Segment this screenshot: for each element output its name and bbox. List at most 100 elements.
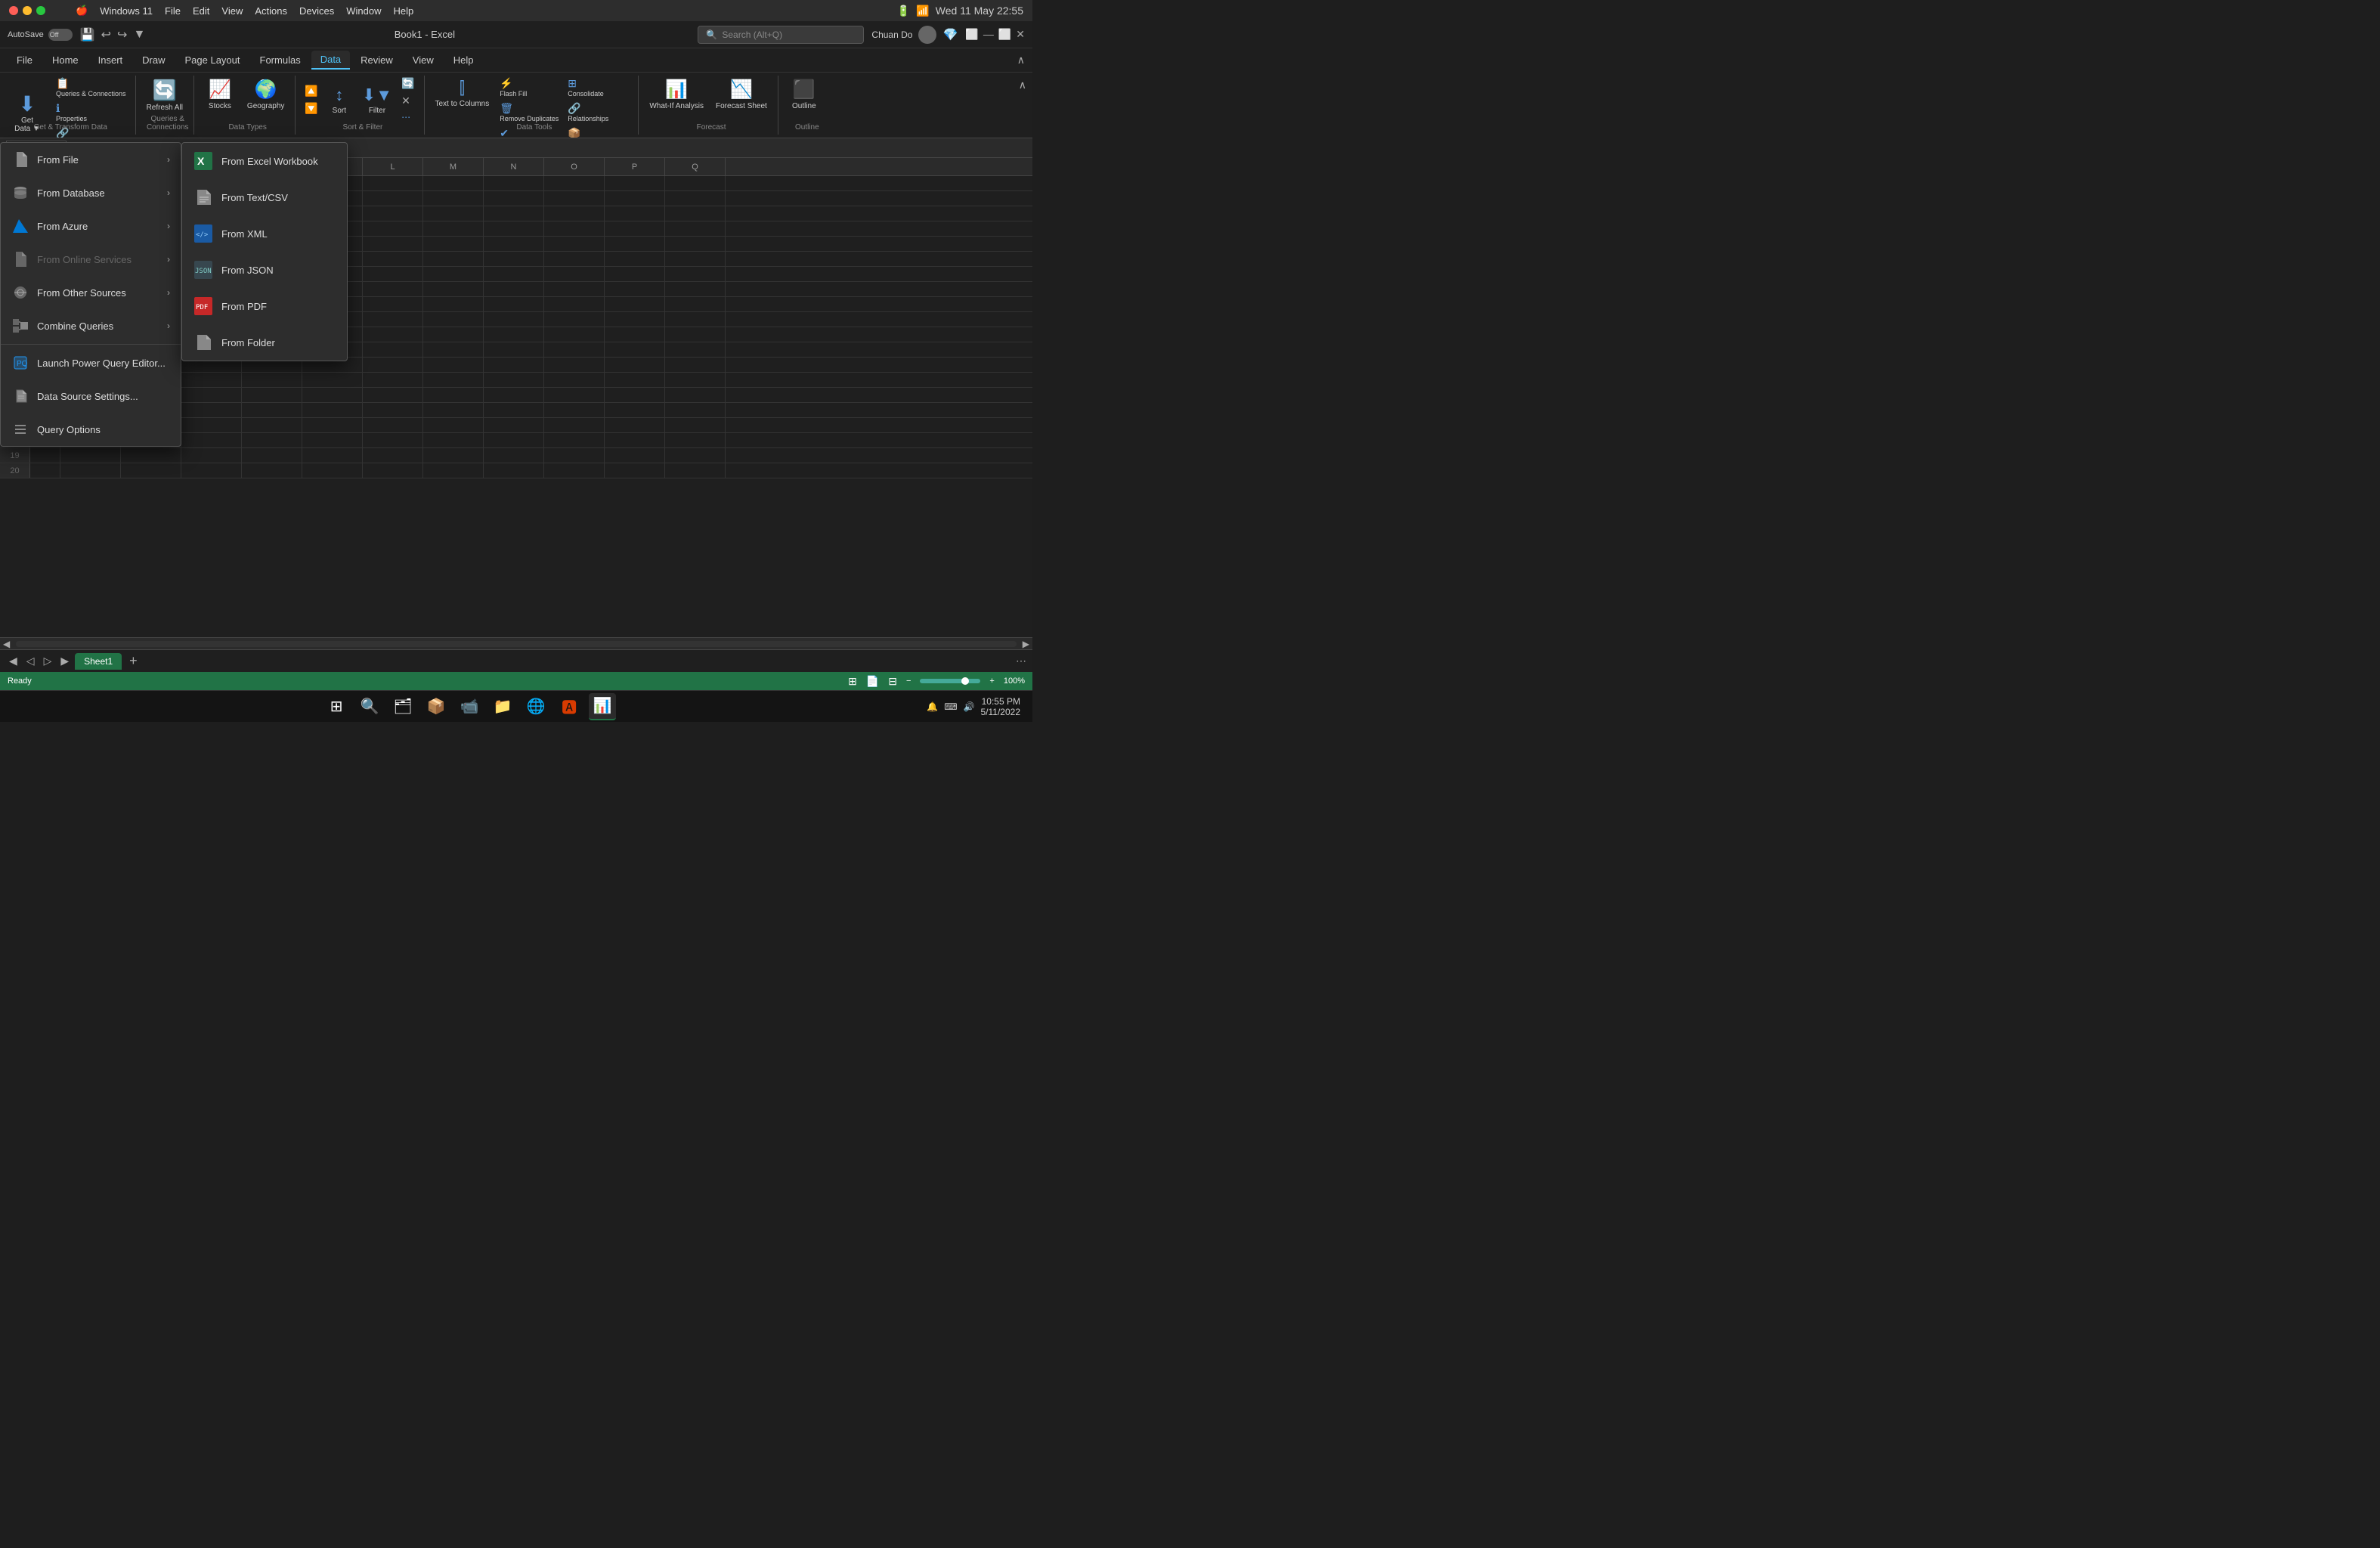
cell[interactable]: [363, 267, 423, 281]
cell[interactable]: [605, 176, 665, 190]
cell[interactable]: [605, 282, 665, 296]
menu-from-database[interactable]: From Database ›: [1, 176, 181, 209]
menu-file[interactable]: File: [165, 5, 181, 17]
taskbar-edge[interactable]: 🌐: [522, 693, 549, 720]
cell[interactable]: [363, 206, 423, 221]
tab-page-layout[interactable]: Page Layout: [176, 51, 249, 69]
cell[interactable]: [484, 433, 544, 447]
menu-from-azure[interactable]: From Azure ›: [1, 209, 181, 243]
text-to-columns-button[interactable]: ⫿ Text to Columns: [431, 76, 494, 111]
flash-fill-button[interactable]: ⚡ Flash Fill: [497, 76, 562, 99]
excel-search-box[interactable]: 🔍 Search (Alt+Q): [698, 26, 864, 44]
menu-actions[interactable]: Actions: [255, 5, 287, 17]
cell[interactable]: [363, 252, 423, 266]
taskbar-office[interactable]: 🅰: [556, 693, 583, 720]
from-json-item[interactable]: JSON From JSON: [182, 252, 347, 288]
cell[interactable]: [605, 206, 665, 221]
cell[interactable]: [423, 206, 484, 221]
tab-insert[interactable]: Insert: [89, 51, 132, 69]
cell[interactable]: [181, 433, 242, 447]
cell[interactable]: [363, 221, 423, 236]
cell[interactable]: [423, 312, 484, 327]
cell[interactable]: [363, 191, 423, 206]
zoom-slider[interactable]: [920, 679, 980, 683]
cell[interactable]: [181, 418, 242, 432]
cell[interactable]: [544, 448, 605, 463]
cell[interactable]: [665, 252, 726, 266]
cell[interactable]: [544, 403, 605, 417]
cell[interactable]: [544, 388, 605, 402]
col-header-n[interactable]: N: [484, 158, 544, 175]
queries-connections-button[interactable]: 📋 Queries & Connections: [53, 76, 129, 99]
tab-home[interactable]: Home: [43, 51, 88, 69]
cell[interactable]: [665, 297, 726, 311]
tab-review[interactable]: Review: [351, 51, 402, 69]
cell[interactable]: [484, 237, 544, 251]
cell[interactable]: [242, 388, 302, 402]
cell[interactable]: [665, 267, 726, 281]
cell[interactable]: [363, 297, 423, 311]
taskbar-volume-icon[interactable]: 🔊: [964, 701, 975, 712]
taskbar-excel-active[interactable]: 📊: [589, 693, 616, 720]
cell[interactable]: [544, 206, 605, 221]
cell[interactable]: [302, 403, 363, 417]
cell[interactable]: [363, 418, 423, 432]
cell[interactable]: [484, 373, 544, 387]
from-xml-item[interactable]: </> From XML: [182, 215, 347, 252]
cell[interactable]: [30, 448, 60, 463]
normal-view-icon[interactable]: ⊞: [848, 675, 857, 688]
cell[interactable]: [363, 237, 423, 251]
cell[interactable]: [242, 448, 302, 463]
sort-az-button[interactable]: 🔼: [302, 83, 320, 99]
cell[interactable]: [665, 358, 726, 372]
cell[interactable]: [60, 463, 121, 478]
from-text-csv-item[interactable]: From Text/CSV: [182, 179, 347, 215]
cell[interactable]: [423, 221, 484, 236]
cell[interactable]: [181, 403, 242, 417]
cell[interactable]: [423, 252, 484, 266]
cell[interactable]: [605, 388, 665, 402]
menu-combine[interactable]: Combine Queries ›: [1, 309, 181, 342]
menu-windows11[interactable]: Windows 11: [100, 5, 153, 17]
cell[interactable]: [423, 297, 484, 311]
minimize-button[interactable]: [23, 6, 32, 15]
cell[interactable]: [665, 403, 726, 417]
cell[interactable]: [544, 221, 605, 236]
window-control-buttons[interactable]: ⬜ — ⬜ ✕: [965, 28, 1025, 41]
cell[interactable]: [544, 237, 605, 251]
col-header-l[interactable]: L: [363, 158, 423, 175]
tab-view[interactable]: View: [404, 51, 443, 69]
excel-close-icon[interactable]: ✕: [1016, 28, 1025, 41]
cell[interactable]: [484, 358, 544, 372]
cell[interactable]: [605, 418, 665, 432]
cell[interactable]: [423, 191, 484, 206]
cell[interactable]: [605, 463, 665, 478]
sheet-tab-sheet1[interactable]: Sheet1: [75, 653, 122, 670]
cell[interactable]: [544, 418, 605, 432]
cell[interactable]: [423, 342, 484, 357]
cell[interactable]: [423, 448, 484, 463]
cell[interactable]: [363, 448, 423, 463]
apple-menu[interactable]: 🍎: [76, 5, 88, 17]
sheet-nav-next[interactable]: ▷: [41, 653, 55, 669]
cell[interactable]: [60, 448, 121, 463]
cell[interactable]: [544, 327, 605, 342]
cell[interactable]: [423, 403, 484, 417]
cell[interactable]: [484, 297, 544, 311]
cell[interactable]: [605, 448, 665, 463]
cell[interactable]: [665, 221, 726, 236]
cell[interactable]: [484, 252, 544, 266]
cell[interactable]: [363, 388, 423, 402]
cell[interactable]: [363, 403, 423, 417]
avatar[interactable]: [918, 26, 936, 44]
cell[interactable]: [484, 267, 544, 281]
menu-edit[interactable]: Edit: [193, 5, 209, 17]
cell[interactable]: [363, 463, 423, 478]
cell[interactable]: [665, 418, 726, 432]
cell[interactable]: [484, 388, 544, 402]
cell[interactable]: [423, 433, 484, 447]
cell[interactable]: [665, 312, 726, 327]
horizontal-scroll[interactable]: ◀ ▶: [0, 637, 1032, 649]
cell[interactable]: [423, 327, 484, 342]
taskbar-notification-icon[interactable]: 🔔: [927, 701, 938, 712]
